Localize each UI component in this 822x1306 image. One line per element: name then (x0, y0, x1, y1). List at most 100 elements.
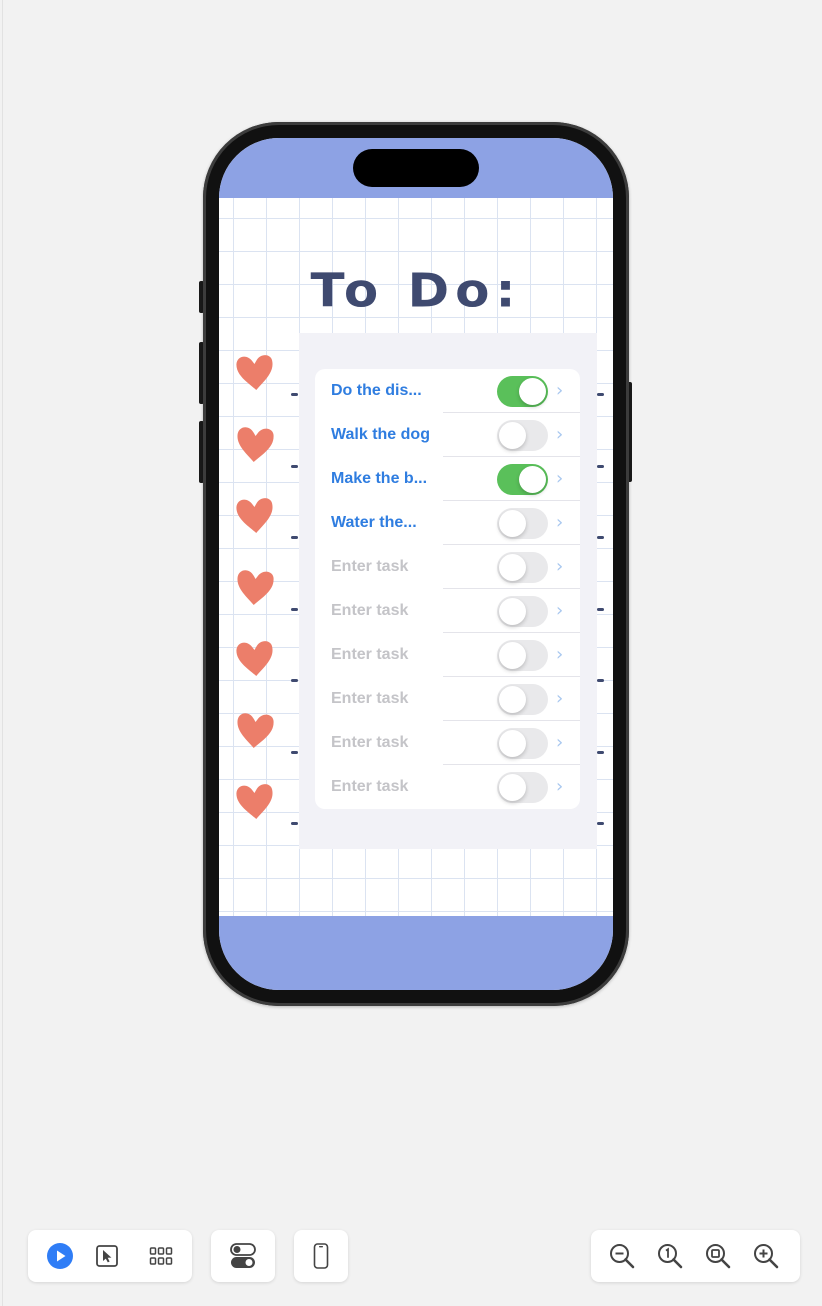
chevron-right-icon[interactable]: › (556, 765, 563, 809)
task-row[interactable]: Water the... › (315, 501, 580, 545)
grid-icon (149, 1247, 173, 1265)
task-row[interactable]: Enter task › (315, 677, 580, 721)
heart-icon (233, 779, 277, 823)
heart-icon (233, 708, 277, 752)
play-icon (47, 1243, 73, 1269)
dynamic-island (353, 149, 479, 187)
chevron-right-icon[interactable]: › (556, 457, 563, 501)
task-done-toggle[interactable] (497, 464, 548, 495)
iphone-icon (313, 1243, 329, 1269)
toggles-icon (230, 1243, 256, 1268)
task-placeholder[interactable]: Enter task (331, 721, 408, 765)
binder-dash (597, 393, 604, 396)
task-placeholder[interactable]: Enter task (331, 633, 408, 677)
bottom-color-band (219, 916, 613, 990)
page-title: To Do: (310, 264, 522, 318)
toggle-knob (499, 774, 526, 801)
binder-dash (291, 750, 298, 754)
binder-dash (597, 822, 604, 825)
toggle-knob (499, 554, 526, 581)
task-text[interactable]: Water the... (331, 501, 417, 545)
zoom-in-icon (754, 1244, 779, 1269)
toggle-knob (519, 466, 546, 493)
chevron-right-icon[interactable]: › (556, 677, 563, 721)
heart-icon (233, 636, 277, 680)
task-panel: Do the dis... › Walk the dog › Make the b...… (299, 333, 597, 849)
task-done-toggle[interactable] (497, 772, 548, 803)
chevron-right-icon[interactable]: › (556, 589, 563, 633)
zoom-actual-icon (658, 1244, 683, 1269)
task-row[interactable]: Enter task › (315, 545, 580, 589)
task-placeholder[interactable]: Enter task (331, 677, 408, 721)
preview-canvas: To Do: Do the dis... › Walk the dog › Make t… (2, 0, 822, 1306)
device-settings-group (211, 1230, 275, 1282)
task-row[interactable]: Enter task › (315, 633, 580, 677)
toggle-knob (499, 598, 526, 625)
zoom-out-icon (610, 1244, 635, 1269)
task-done-toggle[interactable] (497, 596, 548, 627)
device-group (294, 1230, 348, 1282)
zoom-out-button[interactable] (606, 1240, 638, 1272)
toggle-knob (499, 422, 526, 449)
binder-dash (597, 607, 604, 611)
task-placeholder[interactable]: Enter task (331, 545, 408, 589)
iphone-frame: To Do: Do the dis... › Walk the dog › Make t… (203, 122, 629, 1006)
toggle-knob (499, 642, 526, 669)
task-text[interactable]: Walk the dog (331, 413, 430, 457)
task-done-toggle[interactable] (497, 508, 548, 539)
chevron-right-icon[interactable]: › (556, 369, 563, 413)
task-done-toggle[interactable] (497, 728, 548, 759)
task-text[interactable]: Make the b... (331, 457, 427, 501)
binder-dash (291, 679, 298, 682)
binder-dash (597, 750, 604, 754)
chevron-right-icon[interactable]: › (556, 545, 563, 589)
task-done-toggle[interactable] (497, 640, 548, 671)
binder-dash (597, 679, 604, 682)
task-row[interactable]: Do the dis... › (315, 369, 580, 413)
heart-icon (233, 350, 277, 394)
zoom-fit-icon (706, 1244, 731, 1269)
task-placeholder[interactable]: Enter task (331, 589, 408, 633)
toggle-knob (499, 510, 526, 537)
task-row[interactable]: Enter task › (315, 589, 580, 633)
task-row[interactable]: Enter task › (315, 721, 580, 765)
toggle-knob (499, 686, 526, 713)
phone-screen: To Do: Do the dis... › Walk the dog › Make t… (219, 138, 613, 990)
task-text[interactable]: Do the dis... (331, 369, 422, 413)
toggle-knob (519, 378, 546, 405)
heart-icon (233, 565, 277, 609)
heart-icon (233, 493, 277, 537)
binder-dash (291, 393, 298, 396)
cursor-icon (96, 1245, 118, 1267)
task-row[interactable]: Walk the dog › (315, 413, 580, 457)
task-row[interactable]: Enter task › (315, 765, 580, 809)
binder-dash (597, 464, 604, 468)
chevron-right-icon[interactable]: › (556, 721, 563, 765)
task-done-toggle[interactable] (497, 420, 548, 451)
device-button[interactable] (305, 1240, 337, 1272)
zoom-100-button[interactable] (654, 1240, 686, 1272)
task-done-toggle[interactable] (497, 684, 548, 715)
binder-dash (597, 536, 604, 539)
binder-dash (291, 464, 298, 468)
chevron-right-icon[interactable]: › (556, 633, 563, 677)
task-done-toggle[interactable] (497, 376, 548, 407)
task-list: Do the dis... › Walk the dog › Make the b...… (315, 369, 580, 809)
task-placeholder[interactable]: Enter task (331, 765, 408, 809)
preview-mode-group (28, 1230, 192, 1282)
binder-dash (291, 607, 298, 611)
zoom-fit-button[interactable] (702, 1240, 734, 1272)
hearts-column (233, 350, 277, 830)
selectable-button[interactable] (91, 1240, 123, 1272)
task-row[interactable]: Make the b... › (315, 457, 580, 501)
binder-dash (291, 536, 298, 539)
heart-icon (233, 422, 277, 466)
zoom-in-button[interactable] (750, 1240, 782, 1272)
chevron-right-icon[interactable]: › (556, 413, 563, 457)
device-settings-button[interactable] (227, 1240, 259, 1272)
live-preview-button[interactable] (44, 1240, 76, 1272)
variants-button[interactable] (145, 1240, 177, 1272)
binder-dash (291, 822, 298, 825)
chevron-right-icon[interactable]: › (556, 501, 563, 545)
task-done-toggle[interactable] (497, 552, 548, 583)
